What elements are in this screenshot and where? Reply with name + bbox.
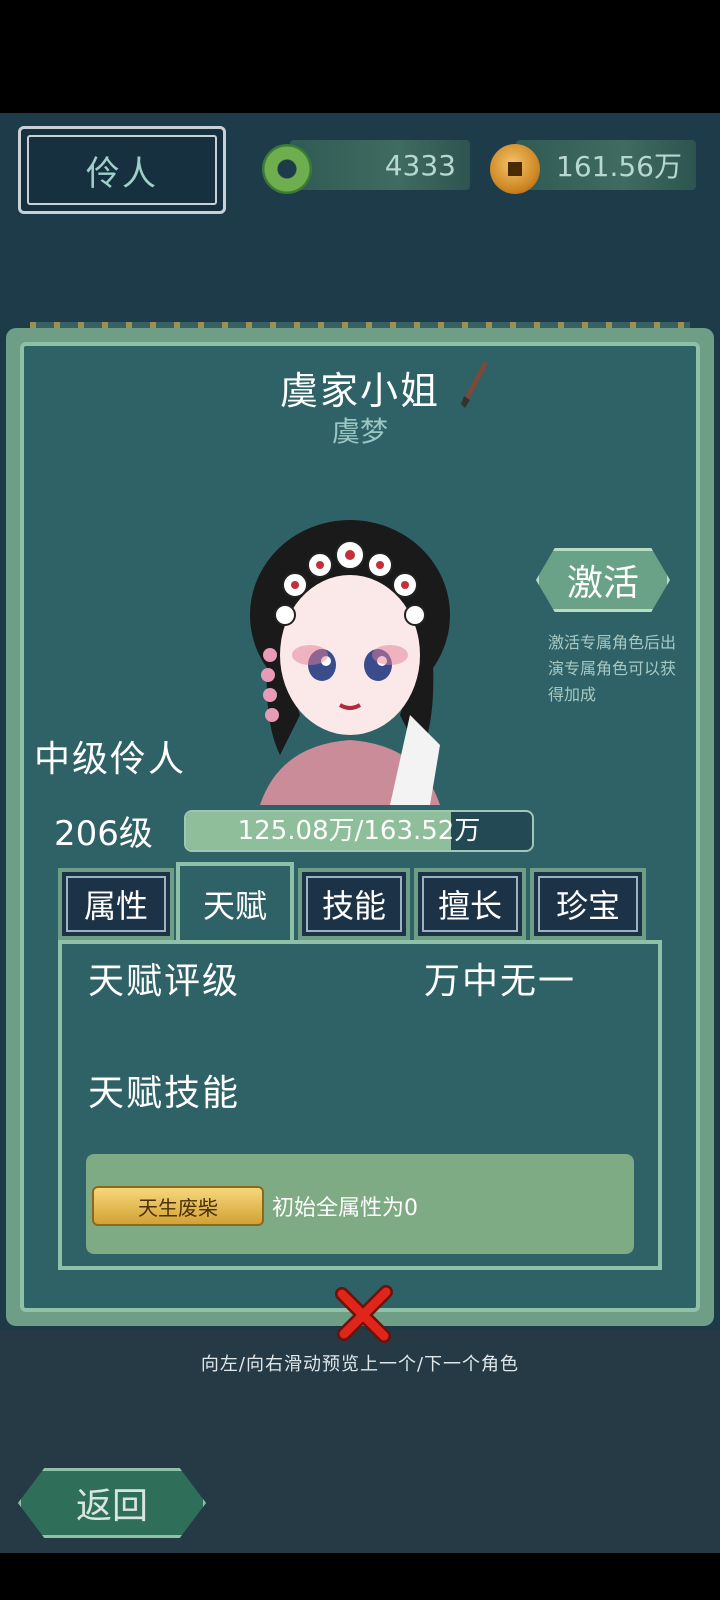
jade-coin-icon — [262, 144, 312, 194]
page-title: 伶人 — [27, 135, 217, 205]
copper-coin-icon — [490, 144, 540, 194]
tab-specialty[interactable]: 擅长 — [414, 868, 526, 940]
tab-attributes[interactable]: 属性 — [58, 868, 174, 940]
tab-bar: 属性 天赋 技能 擅长 珍宝 — [58, 862, 662, 942]
tab-talent[interactable]: 天赋 — [176, 862, 294, 942]
tab-skills[interactable]: 技能 — [298, 868, 410, 940]
jade-amount: 4333 — [384, 148, 456, 182]
close-icon[interactable] — [332, 1282, 396, 1346]
exp-text: 125.08万/163.52万 — [237, 816, 481, 846]
talent-rating-label: 天赋评级 — [88, 961, 241, 1002]
tab-treasure[interactable]: 珍宝 — [530, 868, 646, 940]
character-name: 虞家小姐 — [279, 369, 440, 413]
page-title-frame: 伶人 — [18, 126, 226, 214]
exp-progress-bar: 125.08万/163.52万 — [184, 810, 534, 852]
swipe-hint: 向左/向右滑动预览上一个/下一个角色 — [200, 1354, 520, 1375]
talent-rating-value: 万中无一 — [424, 961, 577, 1002]
jade-resource: 4333 — [290, 140, 470, 190]
coin-amount: 161.56万 — [556, 150, 682, 183]
character-portrait — [250, 520, 450, 805]
back-button[interactable]: 返回 — [18, 1468, 206, 1538]
character-subname: 虞梦 — [331, 415, 388, 448]
activate-description: 激活专属角色后出演专属角色可以获得加成 — [548, 633, 677, 704]
rename-brush-icon[interactable] — [455, 360, 495, 410]
coin-resource: 161.56万 — [516, 140, 696, 190]
talent-skill-label: 天赋技能 — [88, 1073, 241, 1114]
character-level: 206级 — [54, 814, 153, 854]
talent-skill-description: 初始全属性为0 — [272, 1196, 418, 1221]
talent-skill-badge: 天生废柴 — [92, 1186, 264, 1226]
character-rank: 中级伶人 — [34, 739, 187, 780]
activate-button[interactable]: 激活 — [536, 548, 670, 612]
